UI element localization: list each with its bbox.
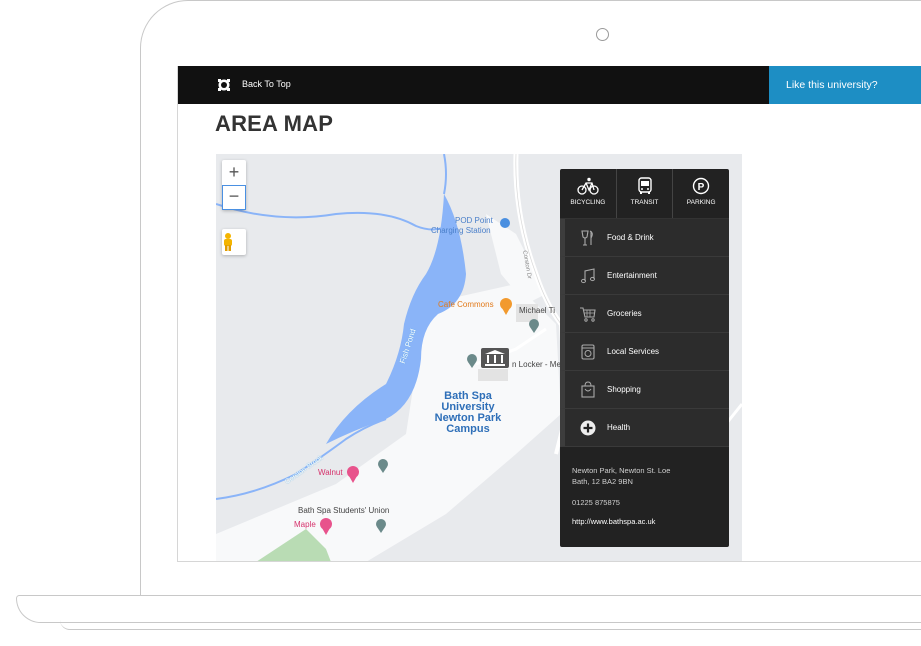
map-label-michael: Michael Ti [519, 306, 556, 315]
map-label-walnut: Walnut [318, 468, 343, 477]
campus-label-line: Campus [446, 423, 490, 435]
category-shopping[interactable]: Shopping [560, 371, 729, 409]
address-line: Bath, 12 BA2 9BN [572, 477, 633, 486]
map-label-students-union: Bath Spa Students' Union [298, 506, 390, 515]
health-plus-icon [579, 419, 597, 437]
campus-label: Bath Spa University Newton Park Campus [420, 391, 516, 435]
map-label-cafe-commons: Cafe Commons [438, 300, 494, 309]
webcam [596, 28, 609, 41]
parking-icon: P [692, 177, 710, 195]
laptop-base [16, 595, 921, 623]
category-label: Entertainment [607, 271, 657, 280]
category-label: Health [607, 423, 631, 432]
svg-text:P: P [698, 182, 705, 193]
shopping-bag-icon [579, 380, 597, 399]
category-food-drink[interactable]: Food & Drink [560, 219, 729, 257]
street-view-pegman-icon[interactable] [222, 229, 246, 255]
logo-icon[interactable] [217, 78, 231, 92]
tab-transit[interactable]: TRANSIT [617, 169, 674, 218]
pod-point-marker-icon [500, 218, 510, 228]
website-link[interactable]: http://www.bathspa.ac.uk [572, 516, 670, 527]
category-label: Local Services [607, 347, 660, 356]
category-label: Groceries [607, 309, 642, 318]
address-line: Newton Park, Newton St. Loe [572, 466, 671, 475]
tab-parking[interactable]: P PARKING [673, 169, 729, 218]
address-block: Newton Park, Newton St. Loe Bath, 12 BA2… [572, 465, 670, 527]
top-bar: Back To Top Like this university? [178, 66, 921, 104]
transport-tabs: BICYCLING TRANSIT P PARKING [560, 169, 729, 219]
food-drink-icon [579, 229, 597, 247]
zoom-out-button[interactable]: − [222, 185, 246, 210]
music-note-icon [579, 267, 597, 285]
page-title: AREA MAP [215, 111, 334, 136]
map-label-locker: n Locker - Me [512, 360, 561, 369]
map-label-charging-station: Charging Station [431, 226, 491, 235]
category-entertainment[interactable]: Entertainment [560, 257, 729, 295]
laptop-screen: Back To Top Like this university? AREA M… [177, 66, 921, 562]
map-label-maple: Maple [294, 520, 316, 529]
tab-label: PARKING [686, 199, 716, 206]
back-to-top-link[interactable]: Back To Top [242, 79, 291, 89]
category-groceries[interactable]: Groceries [560, 295, 729, 333]
bicycle-icon [577, 177, 599, 195]
local-services-icon [579, 343, 597, 361]
map-label-pod-point: POD Point [455, 216, 493, 225]
category-health[interactable]: Health [560, 409, 729, 447]
bus-icon [637, 177, 652, 194]
category-label: Shopping [607, 385, 641, 394]
category-list: Food & Drink Entertainment Groceries Loc… [560, 219, 729, 447]
university-marker-icon [481, 348, 509, 368]
zoom-control: + − [222, 160, 246, 210]
like-university-button[interactable]: Like this university? [769, 66, 921, 104]
phone-number[interactable]: 01225 875875 [572, 497, 670, 508]
tab-label: BICYCLING [570, 199, 606, 206]
tab-bicycling[interactable]: BICYCLING [560, 169, 617, 218]
tab-label: TRANSIT [630, 199, 659, 206]
category-label: Food & Drink [607, 233, 654, 242]
cart-icon [579, 305, 597, 323]
laptop-base-lip [60, 620, 921, 630]
nearby-places-panel: BICYCLING TRANSIT P PARKING Food & Drink… [560, 169, 729, 547]
category-local-services[interactable]: Local Services [560, 333, 729, 371]
zoom-in-button[interactable]: + [222, 160, 246, 185]
